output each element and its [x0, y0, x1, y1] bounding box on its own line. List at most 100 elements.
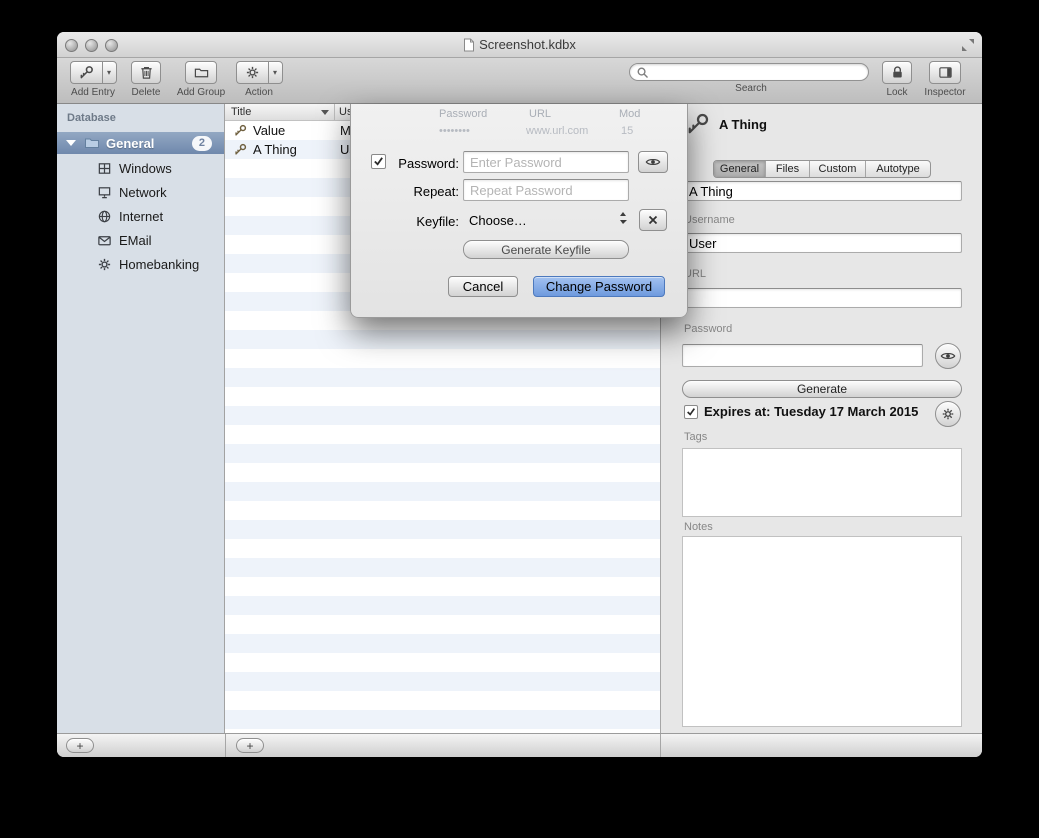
folder-icon: [185, 61, 217, 84]
window-title: Screenshot.kdbx: [57, 37, 982, 52]
password-checkbox[interactable]: [371, 154, 386, 169]
desktop: Screenshot.kdbx ▾ Add Entry Delete: [0, 0, 1039, 838]
check-icon: [373, 156, 384, 167]
count-badge: 2: [192, 136, 212, 151]
trash-icon: [131, 61, 161, 84]
add-group-plus-button[interactable]: +: [66, 738, 94, 753]
chevron-down-icon: ▾: [102, 61, 117, 84]
search-icon: [636, 66, 649, 79]
delete-button[interactable]: Delete: [125, 61, 167, 98]
sheet-keyfile-label: Keyfile:: [387, 214, 459, 229]
eye-icon: [940, 351, 956, 361]
ghost-mod-value: 15: [621, 125, 633, 137]
titlebar[interactable]: Screenshot.kdbx: [57, 32, 982, 58]
expires-settings-button[interactable]: [935, 401, 961, 427]
search: Search: [629, 61, 873, 94]
clear-keyfile-button[interactable]: [639, 209, 667, 231]
expires-row: Expires at: Tuesday 17 March 2015: [684, 404, 918, 419]
column-header-title[interactable]: Title: [231, 106, 251, 118]
notes-label: Notes: [684, 521, 713, 533]
sidebar-item-email[interactable]: EMail: [57, 228, 224, 252]
sidebar-item-network[interactable]: Network: [57, 180, 224, 204]
sidebar-item-label: Internet: [119, 209, 163, 224]
entry-title: Value: [253, 123, 285, 138]
add-group-label: Add Group: [173, 87, 229, 98]
fullscreen-icon[interactable]: [961, 38, 975, 52]
lock-button[interactable]: Lock: [877, 61, 917, 98]
generate-keyfile-button[interactable]: Generate Keyfile: [463, 240, 629, 259]
change-password-button[interactable]: Change Password: [533, 276, 665, 297]
keyfile-popup[interactable]: Choose…: [469, 213, 527, 228]
bottom-bar: + +: [57, 733, 982, 757]
toolbar: ▾ Add Entry Delete Add Group: [57, 58, 982, 104]
delete-label: Delete: [125, 87, 167, 98]
sheet-password-label: Password:: [387, 156, 459, 171]
ghost-password-value: ••••••••: [439, 125, 470, 137]
username-label: Username: [684, 214, 735, 226]
inspector-button[interactable]: Inspector: [921, 61, 969, 98]
column-divider[interactable]: [334, 104, 335, 120]
tags-label: Tags: [684, 431, 707, 443]
gear-icon: [941, 407, 955, 421]
add-entry-label: Add Entry: [65, 87, 121, 98]
divider: [225, 734, 226, 757]
entry-title: A Thing: [253, 142, 297, 157]
title-field[interactable]: [682, 181, 962, 201]
search-text-input[interactable]: [649, 65, 862, 79]
close-icon: [648, 215, 658, 225]
sidebar-item-homebanking[interactable]: Homebanking: [57, 252, 224, 276]
action-button[interactable]: ▾ Action: [233, 61, 285, 98]
expires-label: Expires at: Tuesday 17 March 2015: [704, 404, 918, 419]
password-label: Password: [684, 323, 732, 335]
show-password-button[interactable]: [935, 343, 961, 369]
inspector-title: A Thing: [719, 117, 767, 132]
cancel-button[interactable]: Cancel: [448, 276, 518, 297]
tags-input[interactable]: [682, 448, 962, 517]
add-entry-plus-button[interactable]: +: [236, 738, 264, 753]
sidebar-items: Windows Network Internet EMail: [57, 156, 224, 276]
tab-general[interactable]: General: [714, 161, 766, 177]
divider: [660, 734, 661, 757]
expires-checkbox[interactable]: [684, 405, 698, 419]
padlock-icon: [882, 61, 912, 84]
sidebar-group-general[interactable]: General 2: [57, 132, 224, 154]
folder-icon: [84, 135, 100, 151]
url-field[interactable]: [682, 288, 962, 308]
disclosure-triangle-icon[interactable]: [66, 140, 76, 146]
password-field[interactable]: [682, 344, 923, 367]
key-icon: [70, 61, 102, 84]
tab-custom[interactable]: Custom: [810, 161, 866, 177]
window-title-text: Screenshot.kdbx: [479, 37, 576, 52]
tab-autotype[interactable]: Autotype: [866, 161, 930, 177]
inspector-panel: A Thing General Files Custom Autotype Us…: [660, 104, 982, 733]
sidebar-item-internet[interactable]: Internet: [57, 204, 224, 228]
tab-files[interactable]: Files: [766, 161, 810, 177]
generate-password-button[interactable]: Generate: [682, 380, 962, 398]
inspector-panel-icon: [929, 61, 961, 84]
document-icon: [463, 38, 475, 52]
sidebar-header: Database: [67, 112, 116, 124]
sidebar-item-label: Homebanking: [119, 257, 199, 272]
eye-icon: [645, 157, 661, 167]
ghost-column-password: Password: [439, 108, 487, 120]
add-group-button[interactable]: Add Group: [173, 61, 229, 98]
repeat-password-input[interactable]: [463, 179, 629, 201]
sidebar-item-windows[interactable]: Windows: [57, 156, 224, 180]
key-icon: [686, 112, 710, 136]
show-password-button[interactable]: [638, 151, 668, 173]
username-field[interactable]: [682, 233, 962, 253]
ghost-url-value: www.url.com: [526, 125, 588, 137]
sidebar: Database General 2 Windows Network: [57, 104, 225, 733]
notes-input[interactable]: [682, 536, 962, 727]
search-input[interactable]: [629, 63, 869, 81]
popup-stepper-icon[interactable]: [619, 211, 627, 230]
new-password-input[interactable]: [463, 151, 629, 173]
ghost-column-url: URL: [529, 108, 551, 120]
change-password-sheet: Password URL Mod •••••••• www.url.com 15…: [350, 104, 688, 318]
chevron-down-icon: ▾: [268, 61, 283, 84]
window-icon: [97, 161, 112, 176]
sidebar-group-label: General: [106, 136, 154, 151]
gear-icon: [236, 61, 268, 84]
search-label: Search: [629, 83, 873, 94]
add-entry-button[interactable]: ▾ Add Entry: [65, 61, 121, 98]
